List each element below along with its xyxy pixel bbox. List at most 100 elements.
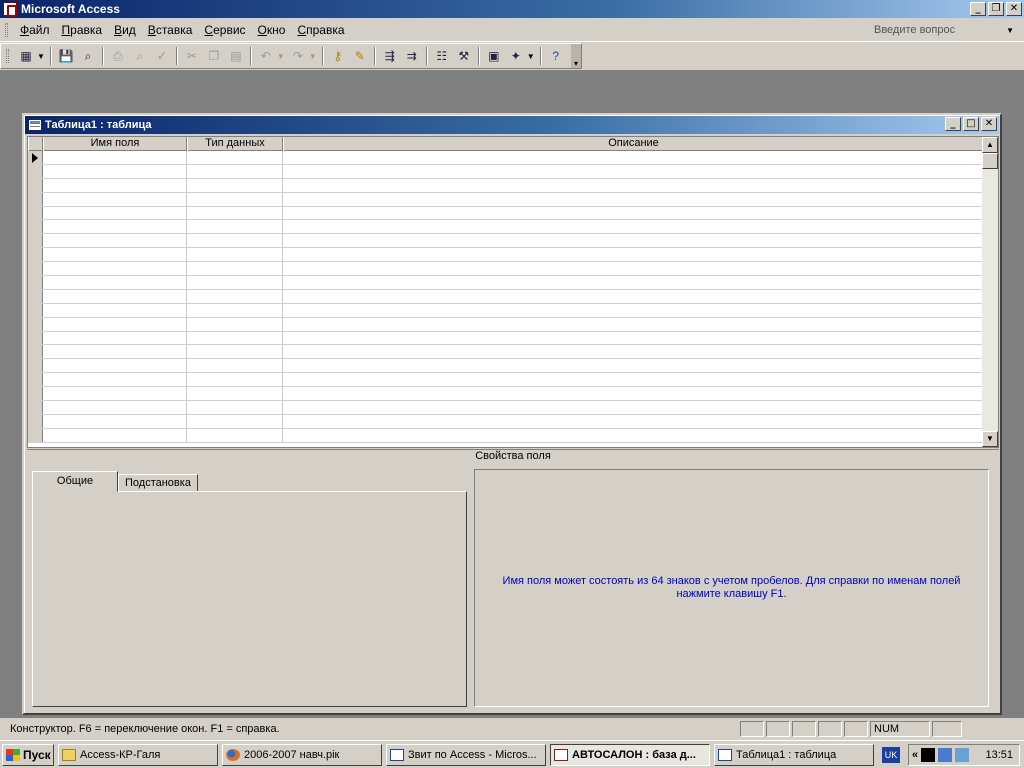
toolbar-options-icon[interactable]: ▾: [571, 44, 581, 68]
volume-icon[interactable]: [955, 747, 970, 762]
description-cell[interactable]: [283, 234, 984, 248]
new-object-dropdown-icon[interactable]: ▼: [527, 52, 535, 61]
field-name-cell[interactable]: [43, 317, 187, 331]
table-minimize-button[interactable]: _: [945, 117, 961, 131]
field-name-cell[interactable]: [43, 401, 187, 414]
access-app-icon[interactable]: [3, 2, 17, 17]
undo-dropdown-icon[interactable]: ▼: [277, 52, 285, 61]
column-header-description[interactable]: Описание: [283, 137, 984, 151]
new-object-icon[interactable]: ✦: [507, 47, 525, 65]
table-icon[interactable]: [29, 120, 41, 130]
data-type-cell[interactable]: [187, 276, 283, 289]
row-selector[interactable]: [28, 192, 43, 206]
print-preview-icon[interactable]: ⌕: [131, 47, 149, 65]
primary-key-icon[interactable]: ⚷: [329, 47, 347, 65]
data-type-cell[interactable]: [187, 220, 283, 234]
show-hidden-icons-icon[interactable]: «: [909, 749, 921, 761]
data-type-cell[interactable]: [187, 373, 283, 387]
row-selector[interactable]: [28, 373, 43, 387]
view-icon[interactable]: ▦: [17, 47, 35, 65]
database-window-icon[interactable]: ▣: [485, 47, 503, 65]
toolbar-grip[interactable]: [6, 49, 9, 63]
row-selector[interactable]: [28, 387, 43, 401]
table-maximize-button[interactable]: □: [963, 117, 979, 131]
description-cell[interactable]: [283, 151, 984, 164]
table-close-button[interactable]: ✕: [981, 117, 997, 131]
data-type-cell[interactable]: [187, 262, 283, 276]
data-type-cell[interactable]: [187, 289, 283, 303]
table-row[interactable]: [28, 331, 984, 346]
table-row[interactable]: [28, 192, 984, 207]
table-row[interactable]: [28, 428, 984, 443]
column-header-field-name[interactable]: Имя поля: [43, 137, 187, 151]
field-name-cell[interactable]: [43, 303, 187, 317]
language-indicator[interactable]: UK: [882, 746, 900, 763]
field-name-cell[interactable]: [43, 331, 187, 345]
row-selector[interactable]: [28, 248, 43, 262]
description-cell[interactable]: [283, 359, 984, 373]
menu-tools[interactable]: Сервис: [198, 23, 251, 37]
data-type-cell[interactable]: [187, 151, 283, 164]
field-name-cell[interactable]: [43, 289, 187, 303]
build-wand-icon[interactable]: ⚒: [455, 47, 473, 65]
data-type-cell[interactable]: [187, 317, 283, 331]
table-row[interactable]: [28, 359, 984, 374]
field-name-cell[interactable]: [43, 206, 187, 220]
field-name-cell[interactable]: [43, 164, 187, 178]
taskbar-item-word[interactable]: Звит по Access - Micros...: [386, 743, 546, 766]
data-type-cell[interactable]: [187, 401, 283, 414]
data-type-cell[interactable]: [187, 331, 283, 345]
row-selector[interactable]: [28, 276, 43, 289]
paste-icon[interactable]: ▤: [227, 47, 245, 65]
table-row[interactable]: [28, 401, 984, 415]
description-cell[interactable]: [283, 303, 984, 317]
row-selector[interactable]: [28, 151, 43, 164]
field-name-cell[interactable]: [43, 220, 187, 234]
scroll-thumb[interactable]: [982, 153, 998, 169]
table-row[interactable]: [28, 151, 984, 165]
data-type-cell[interactable]: [187, 428, 283, 442]
data-type-cell[interactable]: [187, 206, 283, 220]
description-cell[interactable]: [283, 192, 984, 206]
menu-file[interactable]: Файл: [14, 23, 56, 37]
taskbar-item-access[interactable]: АВТОСАЛОН : база д...: [550, 743, 710, 766]
data-type-cell[interactable]: [187, 414, 283, 428]
field-name-cell[interactable]: [43, 192, 187, 206]
field-name-cell[interactable]: [43, 262, 187, 276]
row-selector[interactable]: [28, 178, 43, 192]
row-selector[interactable]: [28, 164, 43, 178]
grid-vertical-scrollbar[interactable]: ▲ ▼: [982, 137, 998, 447]
help-icon[interactable]: ?: [547, 47, 565, 65]
description-cell[interactable]: [283, 262, 984, 276]
row-selector-header[interactable]: [28, 137, 43, 151]
row-selector[interactable]: [28, 317, 43, 331]
tab-general[interactable]: Общие: [32, 471, 118, 492]
table-row[interactable]: [28, 387, 984, 402]
table-row[interactable]: [28, 262, 984, 277]
save-icon[interactable]: 💾: [57, 47, 75, 65]
winamp-icon[interactable]: [921, 747, 936, 762]
undo-icon[interactable]: ↶: [257, 47, 275, 65]
row-selector[interactable]: [28, 414, 43, 428]
menu-view[interactable]: Вид: [108, 23, 142, 37]
menu-edit[interactable]: Правка: [56, 23, 109, 37]
row-selector[interactable]: [28, 289, 43, 303]
table-row[interactable]: [28, 248, 984, 263]
description-cell[interactable]: [283, 317, 984, 331]
description-cell[interactable]: [283, 345, 984, 359]
description-cell[interactable]: [283, 387, 984, 401]
table-row[interactable]: [28, 276, 984, 290]
data-type-cell[interactable]: [187, 234, 283, 248]
taskbar-item-browser[interactable]: 2006-2007 навч.рік: [222, 743, 382, 766]
network-icon[interactable]: [938, 747, 953, 762]
delete-rows-icon[interactable]: ⇉: [403, 47, 421, 65]
close-button[interactable]: ✕: [1006, 2, 1022, 16]
row-selector[interactable]: [28, 262, 43, 276]
description-cell[interactable]: [283, 248, 984, 262]
field-name-cell[interactable]: [43, 387, 187, 401]
description-cell[interactable]: [283, 401, 984, 414]
redo-icon[interactable]: ↷: [289, 47, 307, 65]
row-selector[interactable]: [28, 303, 43, 317]
field-name-cell[interactable]: [43, 178, 187, 192]
copy-icon[interactable]: ❐: [205, 47, 223, 65]
